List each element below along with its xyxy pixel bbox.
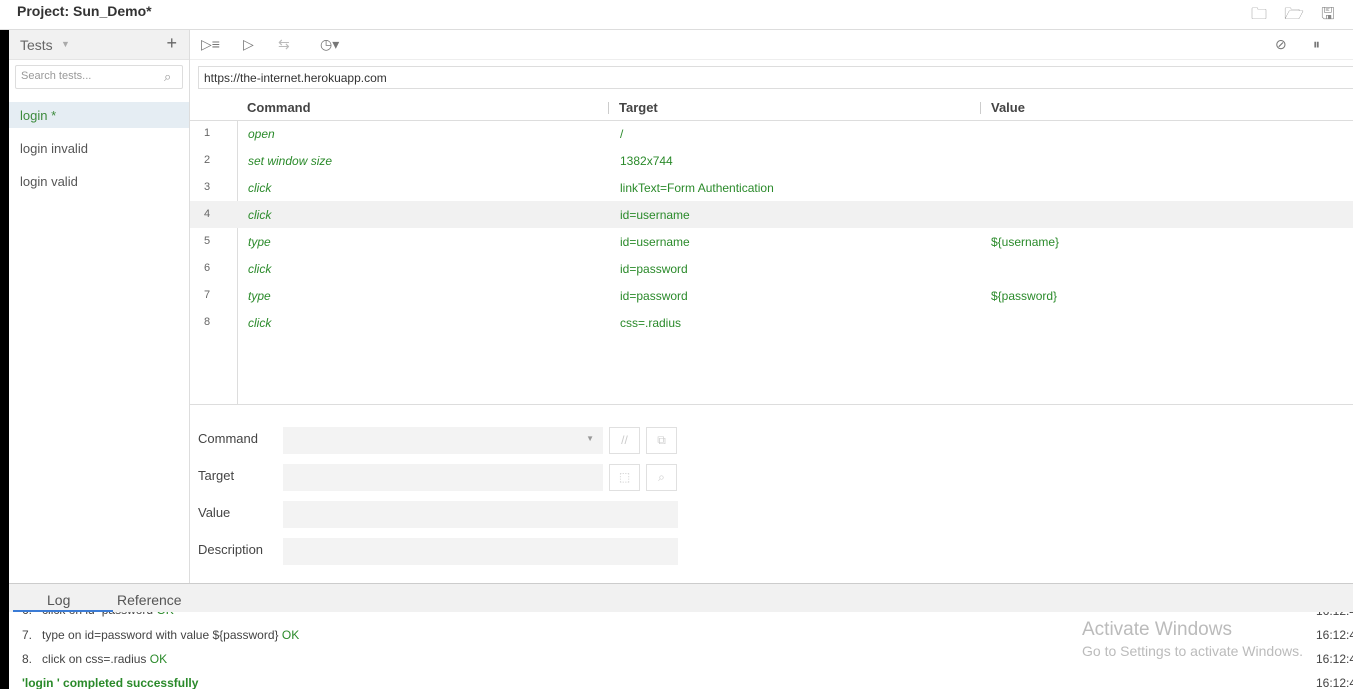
row-number: 2: [204, 154, 211, 166]
log-completed: 'login ' completed successfully: [22, 676, 199, 689]
select-target-icon[interactable]: ⬚: [609, 464, 640, 491]
test-item[interactable]: login valid: [9, 168, 189, 194]
disable-breakpoints-icon[interactable]: ⊘: [1275, 36, 1287, 53]
row-number: 3: [204, 181, 211, 193]
main-panel: ▷≡ ▷ ⇆ ◷▾ ⊘ ⏸ https://the-internet.herok…: [190, 30, 1353, 583]
row-command: click: [248, 316, 272, 330]
row-number: 8: [204, 316, 211, 328]
tab-log[interactable]: Log: [47, 592, 70, 608]
log-status: OK: [281, 628, 300, 642]
table-row[interactable]: 5 type id=username ${username}: [190, 228, 1353, 255]
table-row[interactable]: 6 click id=password: [190, 255, 1353, 282]
column-target: Target: [619, 100, 658, 115]
open-project-icon[interactable]: 🗁: [1284, 3, 1304, 23]
log-text: type on id=password with value ${passwor…: [42, 628, 279, 642]
column-value: Value: [991, 100, 1025, 115]
target-input[interactable]: [283, 464, 603, 491]
log-time: 16:12:4: [1316, 652, 1353, 666]
row-target: css=.radius: [620, 316, 682, 330]
row-target: id=username: [620, 208, 690, 222]
open-reference-icon[interactable]: ⧉: [646, 427, 677, 454]
row-value: ${password}: [991, 289, 1058, 303]
row-command: type: [248, 235, 271, 249]
find-target-icon[interactable]: ⌕: [646, 464, 677, 491]
log-entry: 7. type on id=password with value ${pass…: [22, 628, 299, 642]
value-label: Value: [198, 505, 231, 520]
command-select[interactable]: ▼: [283, 427, 603, 454]
row-target: /: [620, 127, 624, 141]
row-command: set window size: [248, 154, 333, 168]
target-label: Target: [198, 468, 235, 483]
row-number: 6: [204, 262, 211, 274]
run-all-icon[interactable]: ▷≡: [201, 36, 220, 53]
row-command: open: [248, 127, 275, 141]
log-time: 16:12:4: [1316, 676, 1353, 689]
command-label: Command: [198, 431, 258, 446]
log-number: 8.: [22, 652, 33, 666]
activate-windows-hint: Go to Settings to activate Windows.: [1082, 643, 1303, 659]
row-command: type: [248, 289, 271, 303]
chevron-down-icon: ▼: [586, 434, 594, 443]
toolbar: ▷≡ ▷ ⇆ ◷▾ ⊘ ⏸: [190, 30, 1353, 60]
log-time: 16:12:4: [1316, 628, 1353, 642]
tests-sidebar: Tests ▼ + Search tests... ⌕ login * logi…: [9, 30, 190, 583]
search-tests-input[interactable]: Search tests...: [15, 65, 183, 89]
test-item[interactable]: login *: [9, 102, 189, 128]
bottom-tabs: Log Reference: [9, 584, 1353, 612]
active-tab-indicator: [13, 610, 113, 612]
column-resizer[interactable]: [980, 102, 981, 114]
pause-icon[interactable]: ⏸: [1313, 36, 1320, 53]
comment-button[interactable]: //: [609, 427, 640, 454]
chevron-down-icon[interactable]: ▼: [61, 39, 70, 49]
log-number: 7.: [22, 628, 33, 642]
value-input[interactable]: [283, 501, 678, 528]
row-target: id=password: [620, 289, 688, 303]
activate-windows-watermark: Activate Windows: [1082, 619, 1232, 640]
test-item[interactable]: login invalid: [9, 135, 189, 161]
row-target: id=password: [620, 262, 688, 276]
search-icon: ⌕: [164, 69, 172, 84]
row-target: id=username: [620, 235, 690, 249]
screen-edge: [0, 30, 9, 689]
row-number: 4: [204, 208, 211, 220]
row-value: ${username}: [991, 235, 1060, 249]
table-row[interactable]: 2 set window size 1382x744: [190, 147, 1353, 174]
base-url-input[interactable]: https://the-internet.herokuapp.com: [198, 66, 1353, 89]
row-command: click: [248, 208, 272, 222]
speed-icon[interactable]: ◷▾: [320, 36, 339, 53]
tests-dropdown[interactable]: Tests: [20, 37, 53, 53]
row-number: 5: [204, 235, 211, 247]
table-header: Command Target Value: [190, 96, 1353, 121]
description-input[interactable]: [283, 538, 678, 565]
add-test-button[interactable]: +: [166, 33, 177, 54]
row-target: linkText=Form Authentication: [620, 181, 774, 195]
table-row[interactable]: 1 open /: [190, 120, 1353, 147]
description-label: Description: [198, 542, 264, 557]
table-row[interactable]: 8 click css=.radius: [190, 309, 1353, 336]
row-number: 1: [204, 127, 211, 139]
column-command: Command: [247, 100, 311, 115]
step-icon[interactable]: ⇆: [278, 36, 290, 53]
commands-table: 1 open / 2 set window size 1382x744 3 click link…: [190, 120, 1353, 405]
table-row[interactable]: 4 click id=username: [190, 201, 1353, 228]
table-row[interactable]: 3 click linkText=Form Authentication: [190, 174, 1353, 201]
title-bar: Project: Sun_Demo* 🗀 🗁 🖫: [0, 0, 1353, 30]
log-text: click on css=.radius: [42, 652, 147, 666]
tests-header: Tests ▼ +: [9, 30, 189, 60]
row-target: 1382x744: [620, 154, 673, 168]
row-command: click: [248, 181, 272, 195]
row-command: click: [248, 262, 272, 276]
project-title: Project: Sun_Demo*: [17, 3, 152, 19]
column-resizer[interactable]: [608, 102, 609, 114]
run-icon[interactable]: ▷: [243, 36, 254, 53]
tab-reference[interactable]: Reference: [117, 592, 182, 608]
row-number: 7: [204, 289, 211, 301]
log-status: OK: [149, 652, 168, 666]
table-row[interactable]: 7 type id=password ${password}: [190, 282, 1353, 309]
save-project-icon[interactable]: 🖫: [1318, 3, 1338, 23]
new-project-icon[interactable]: 🗀: [1249, 3, 1269, 23]
log-entry: 8. click on css=.radius OK: [22, 652, 167, 666]
